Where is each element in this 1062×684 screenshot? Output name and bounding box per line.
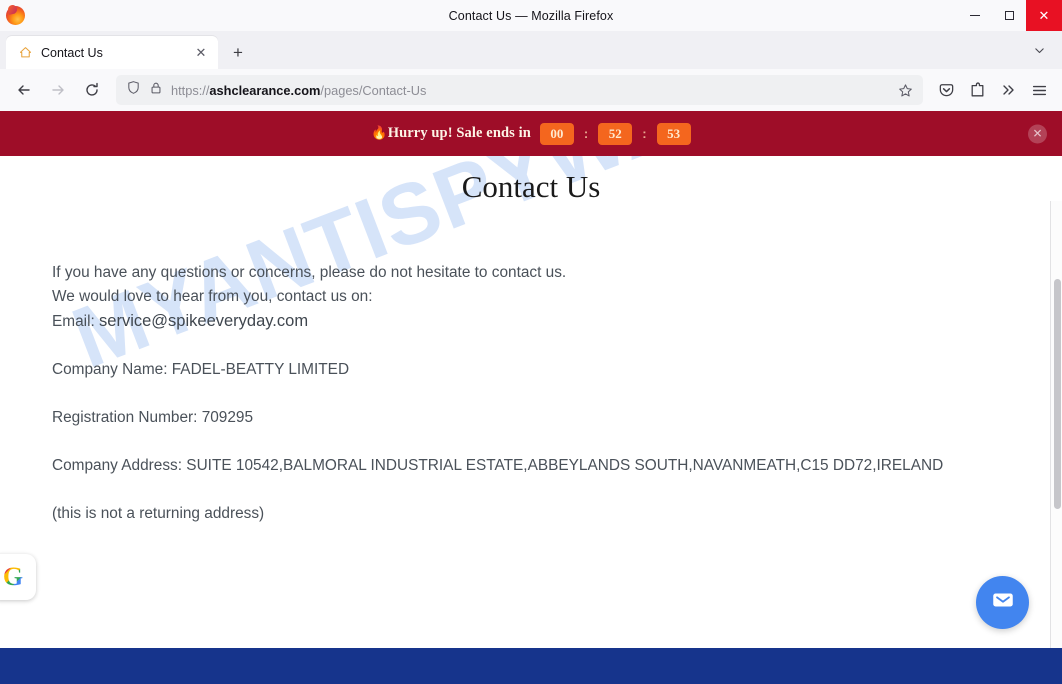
lock-icon[interactable] (149, 81, 163, 100)
contact-email-fab[interactable] (976, 576, 1029, 629)
sale-banner-content: 🔥Hurry up! Sale ends in 00 : 52 : 53 (371, 122, 691, 145)
site-footer: Company Info Service Center Quick Links (0, 648, 1062, 684)
footer-columns: Company Info Service Center Quick Links (52, 648, 1010, 684)
pocket-icon[interactable] (931, 75, 961, 105)
tab-strip: Contact Us ✕ + (0, 31, 1062, 69)
minimize-button[interactable] (958, 0, 992, 31)
intro-line-2: We would love to hear from you, contact … (52, 288, 373, 305)
close-banner-button[interactable]: ✕ (1028, 124, 1047, 143)
window-controls: ✕ (958, 0, 1062, 31)
fire-icon: 🔥 (371, 125, 388, 140)
star-icon[interactable] (893, 78, 917, 102)
company-address: Company Address: SUITE 10542,BALMORAL IN… (52, 457, 944, 474)
navigation-toolbar: https://ashclearance.com/pages/Contact-U… (0, 69, 1062, 111)
email-label: Email: (52, 313, 95, 330)
registration-number: Registration Number: 709295 (52, 409, 254, 426)
page-viewport: 🔥Hurry up! Sale ends in 00 : 52 : 53 ✕ M… (0, 111, 1062, 684)
page-content: MYANTISPYWARE.COM Contact Us If you have… (0, 156, 1062, 648)
url-domain: ashclearance.com (209, 82, 321, 98)
shield-icon[interactable] (126, 80, 141, 100)
tab-title: Contact Us (41, 45, 103, 60)
tab-close-icon[interactable]: ✕ (192, 44, 210, 62)
browser-window: Contact Us — Mozilla Firefox ✕ Contact U… (0, 0, 1062, 684)
url-protocol: https:// (171, 82, 210, 98)
window-title: Contact Us — Mozilla Firefox (448, 8, 614, 23)
company-name: Company Name: FADEL-BEATTY LIMITED (52, 361, 350, 378)
address-bar[interactable]: https://ashclearance.com/pages/Contact-U… (116, 75, 923, 105)
extensions-icon[interactable] (962, 75, 992, 105)
home-icon (18, 45, 33, 60)
email-line: Email: service@spikeeveryday.com (52, 309, 1062, 334)
chevron-down-icon[interactable] (1026, 37, 1052, 63)
google-translate-widget[interactable]: G (0, 554, 36, 600)
back-button[interactable] (8, 74, 40, 106)
browser-tools (931, 75, 1054, 105)
reload-button[interactable] (76, 74, 108, 106)
sale-banner-text: 🔥Hurry up! Sale ends in (371, 125, 531, 142)
intro-line-1: If you have any questions or concerns, p… (52, 264, 567, 281)
envelope-icon (990, 587, 1016, 618)
google-g-icon: G (2, 562, 24, 591)
email-value[interactable]: service@spikeeveryday.com (99, 312, 308, 330)
countdown-seconds: 53 (656, 122, 691, 145)
hamburger-menu-icon[interactable] (1024, 75, 1054, 105)
address-note: (this is not a returning address) (52, 505, 265, 522)
countdown-separator-1: : (583, 126, 589, 141)
tab-contact-us[interactable]: Contact Us ✕ (6, 36, 218, 69)
close-window-button[interactable]: ✕ (1026, 0, 1062, 31)
title-bar: Contact Us — Mozilla Firefox ✕ (0, 0, 1062, 31)
firefox-logo-icon (6, 6, 25, 25)
countdown-hours: 00 (539, 122, 574, 145)
forward-button[interactable] (42, 74, 74, 106)
sale-countdown-banner: 🔥Hurry up! Sale ends in 00 : 52 : 53 ✕ (0, 111, 1062, 156)
countdown-minutes: 52 (598, 122, 633, 145)
chevron-double-right-icon[interactable] (993, 75, 1023, 105)
page-title: Contact Us (461, 169, 601, 204)
url-text[interactable]: https://ashclearance.com/pages/Contact-U… (171, 83, 885, 98)
countdown-separator-2: : (642, 126, 647, 141)
url-path: /pages/Contact-Us (320, 82, 427, 98)
sale-message: Hurry up! Sale ends in (387, 125, 531, 141)
maximize-button[interactable] (992, 0, 1026, 31)
new-tab-button[interactable]: + (224, 38, 252, 66)
contact-body: If you have any questions or concerns, p… (0, 205, 1062, 526)
intro-paragraph: If you have any questions or concerns, p… (52, 261, 1062, 334)
